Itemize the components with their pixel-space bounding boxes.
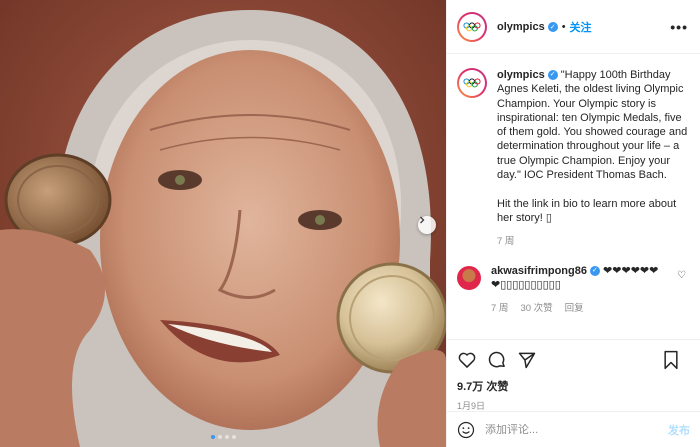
action-bar: 9.7万 次赞 1月9日 bbox=[447, 339, 700, 411]
post-header: olympics ✓ • 关注 ••• bbox=[447, 0, 700, 54]
carousel-dot bbox=[210, 435, 215, 439]
avatar[interactable] bbox=[457, 11, 487, 42]
olympic-rings-icon bbox=[463, 21, 481, 31]
follow-button[interactable]: 关注 bbox=[570, 19, 592, 35]
header-username[interactable]: olympics bbox=[497, 21, 545, 33]
action-icons bbox=[457, 346, 690, 374]
heart-icon[interactable] bbox=[457, 350, 477, 370]
comment-bubble-icon[interactable] bbox=[487, 350, 507, 370]
add-comment-bar: 发布 bbox=[447, 411, 700, 447]
likes-count[interactable]: 9.7万 次赞 bbox=[457, 378, 690, 394]
instagram-post: olympics ✓ • 关注 ••• olympics ✓ "Happy 10… bbox=[0, 0, 700, 447]
comments-area[interactable]: olympics ✓ "Happy 100th Birthday Agnes Ke… bbox=[447, 54, 700, 339]
caption-username[interactable]: olympics bbox=[497, 69, 545, 81]
post-side-panel: olympics ✓ • 关注 ••• olympics ✓ "Happy 10… bbox=[446, 0, 700, 447]
paper-plane-icon[interactable] bbox=[517, 350, 537, 370]
photo-illustration bbox=[0, 0, 446, 447]
smiley-icon[interactable] bbox=[457, 421, 475, 439]
caption-body: olympics ✓ "Happy 100th Birthday Agnes Ke… bbox=[497, 68, 688, 250]
olympic-rings-icon bbox=[463, 78, 481, 88]
caption-timestamp[interactable]: 7 周 bbox=[497, 235, 688, 249]
verified-badge-icon: ✓ bbox=[547, 70, 558, 81]
comment-like-heart-icon[interactable]: ♡ bbox=[677, 270, 686, 281]
comment-timestamp[interactable]: 7 周 bbox=[491, 302, 508, 316]
caption-text: "Happy 100th Birthday Agnes Keleti, the … bbox=[497, 69, 688, 224]
next-image-button[interactable] bbox=[418, 216, 436, 234]
carousel-dot bbox=[217, 435, 222, 439]
reply-button[interactable]: 回复 bbox=[565, 302, 584, 316]
comment-likes[interactable]: 30 次赞 bbox=[520, 302, 552, 316]
comment-body: akwasifrimpong86 ✓ ❤❤❤❤❤❤ ❤▯▯▯▯▯▯▯▯▯▯ 7 周… bbox=[491, 264, 661, 317]
verified-badge-icon: ✓ bbox=[589, 265, 600, 276]
carousel-dot bbox=[231, 435, 236, 439]
chevron-right-icon bbox=[420, 216, 425, 224]
verified-badge-icon: ✓ bbox=[547, 21, 558, 32]
caption-avatar[interactable] bbox=[457, 68, 487, 98]
comment-item: akwasifrimpong86 ✓ ❤❤❤❤❤❤ ❤▯▯▯▯▯▯▯▯▯▯ 7 周… bbox=[457, 264, 688, 317]
comment-avatar[interactable] bbox=[457, 265, 481, 290]
post-photo[interactable] bbox=[0, 0, 446, 447]
caption: olympics ✓ "Happy 100th Birthday Agnes Ke… bbox=[457, 68, 688, 250]
carousel-indicator bbox=[0, 435, 446, 439]
post-comment-button[interactable]: 发布 bbox=[668, 422, 690, 438]
separator: • bbox=[561, 20, 566, 33]
comment-meta: 7 周 30 次赞 回复 bbox=[491, 302, 661, 316]
more-options-button[interactable]: ••• bbox=[670, 19, 688, 35]
comment-username[interactable]: akwasifrimpong86 bbox=[491, 265, 587, 277]
bookmark-icon[interactable] bbox=[662, 350, 680, 370]
comment-input[interactable] bbox=[485, 423, 668, 436]
carousel-dot bbox=[224, 435, 229, 439]
